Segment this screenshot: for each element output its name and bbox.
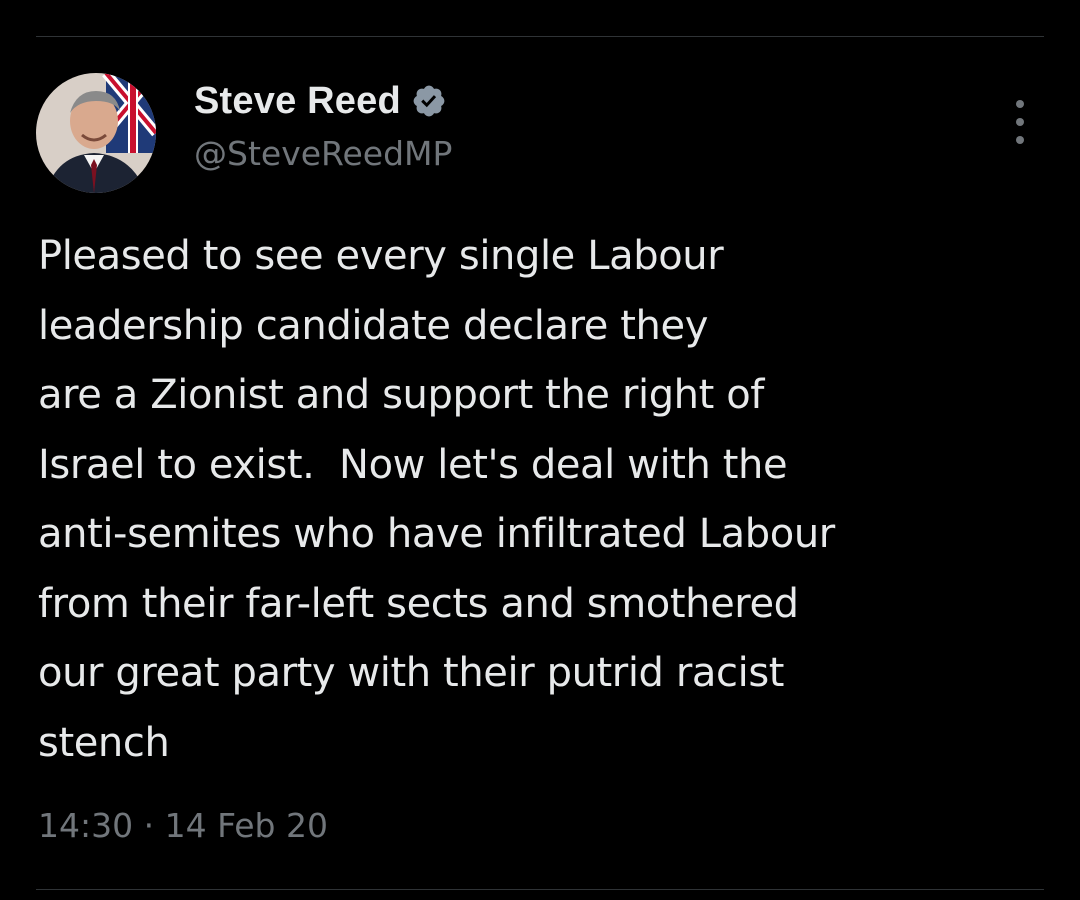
- more-options-icon[interactable]: [1004, 100, 1036, 144]
- avatar[interactable]: [36, 73, 156, 193]
- author-display-name[interactable]: Steve Reed: [194, 80, 401, 123]
- author-handle[interactable]: @SteveReedMP: [194, 134, 452, 173]
- more-dot-icon: [1016, 100, 1024, 108]
- tweet-text-line: are a Zionist and support the right of: [38, 372, 764, 418]
- tweet-text-line: Israel to exist. Now let's deal with the: [38, 441, 788, 488]
- profile-photo-icon: [36, 73, 156, 193]
- tweet-text-line: leadership candidate declare they: [38, 302, 708, 349]
- tweet-text-line: stench: [38, 719, 170, 766]
- top-divider: [36, 36, 1044, 37]
- more-dot-icon: [1016, 136, 1024, 144]
- tweet-timestamp: 14:30 · 14 Feb 20: [38, 806, 328, 845]
- more-dot-icon: [1016, 118, 1024, 126]
- tweet-text-line: Pleased to see every single Labour: [38, 233, 724, 279]
- tweet-time[interactable]: 14:30: [38, 806, 133, 845]
- tweet-text-line: from their far-left sects and smothered: [38, 580, 799, 627]
- verified-badge-icon[interactable]: [411, 83, 447, 119]
- tweet-date[interactable]: 14 Feb 20: [165, 806, 328, 845]
- timestamp-separator: ·: [133, 806, 165, 845]
- tweet-text-line: our great party with their putrid racist: [38, 650, 785, 696]
- tweet-text-line: anti-semites who have infiltrated Labour: [38, 511, 835, 557]
- tweet-text: Pleased to see every single Labour leade…: [38, 222, 1048, 778]
- author-name-row[interactable]: Steve Reed: [194, 76, 447, 126]
- bottom-divider: [36, 889, 1044, 890]
